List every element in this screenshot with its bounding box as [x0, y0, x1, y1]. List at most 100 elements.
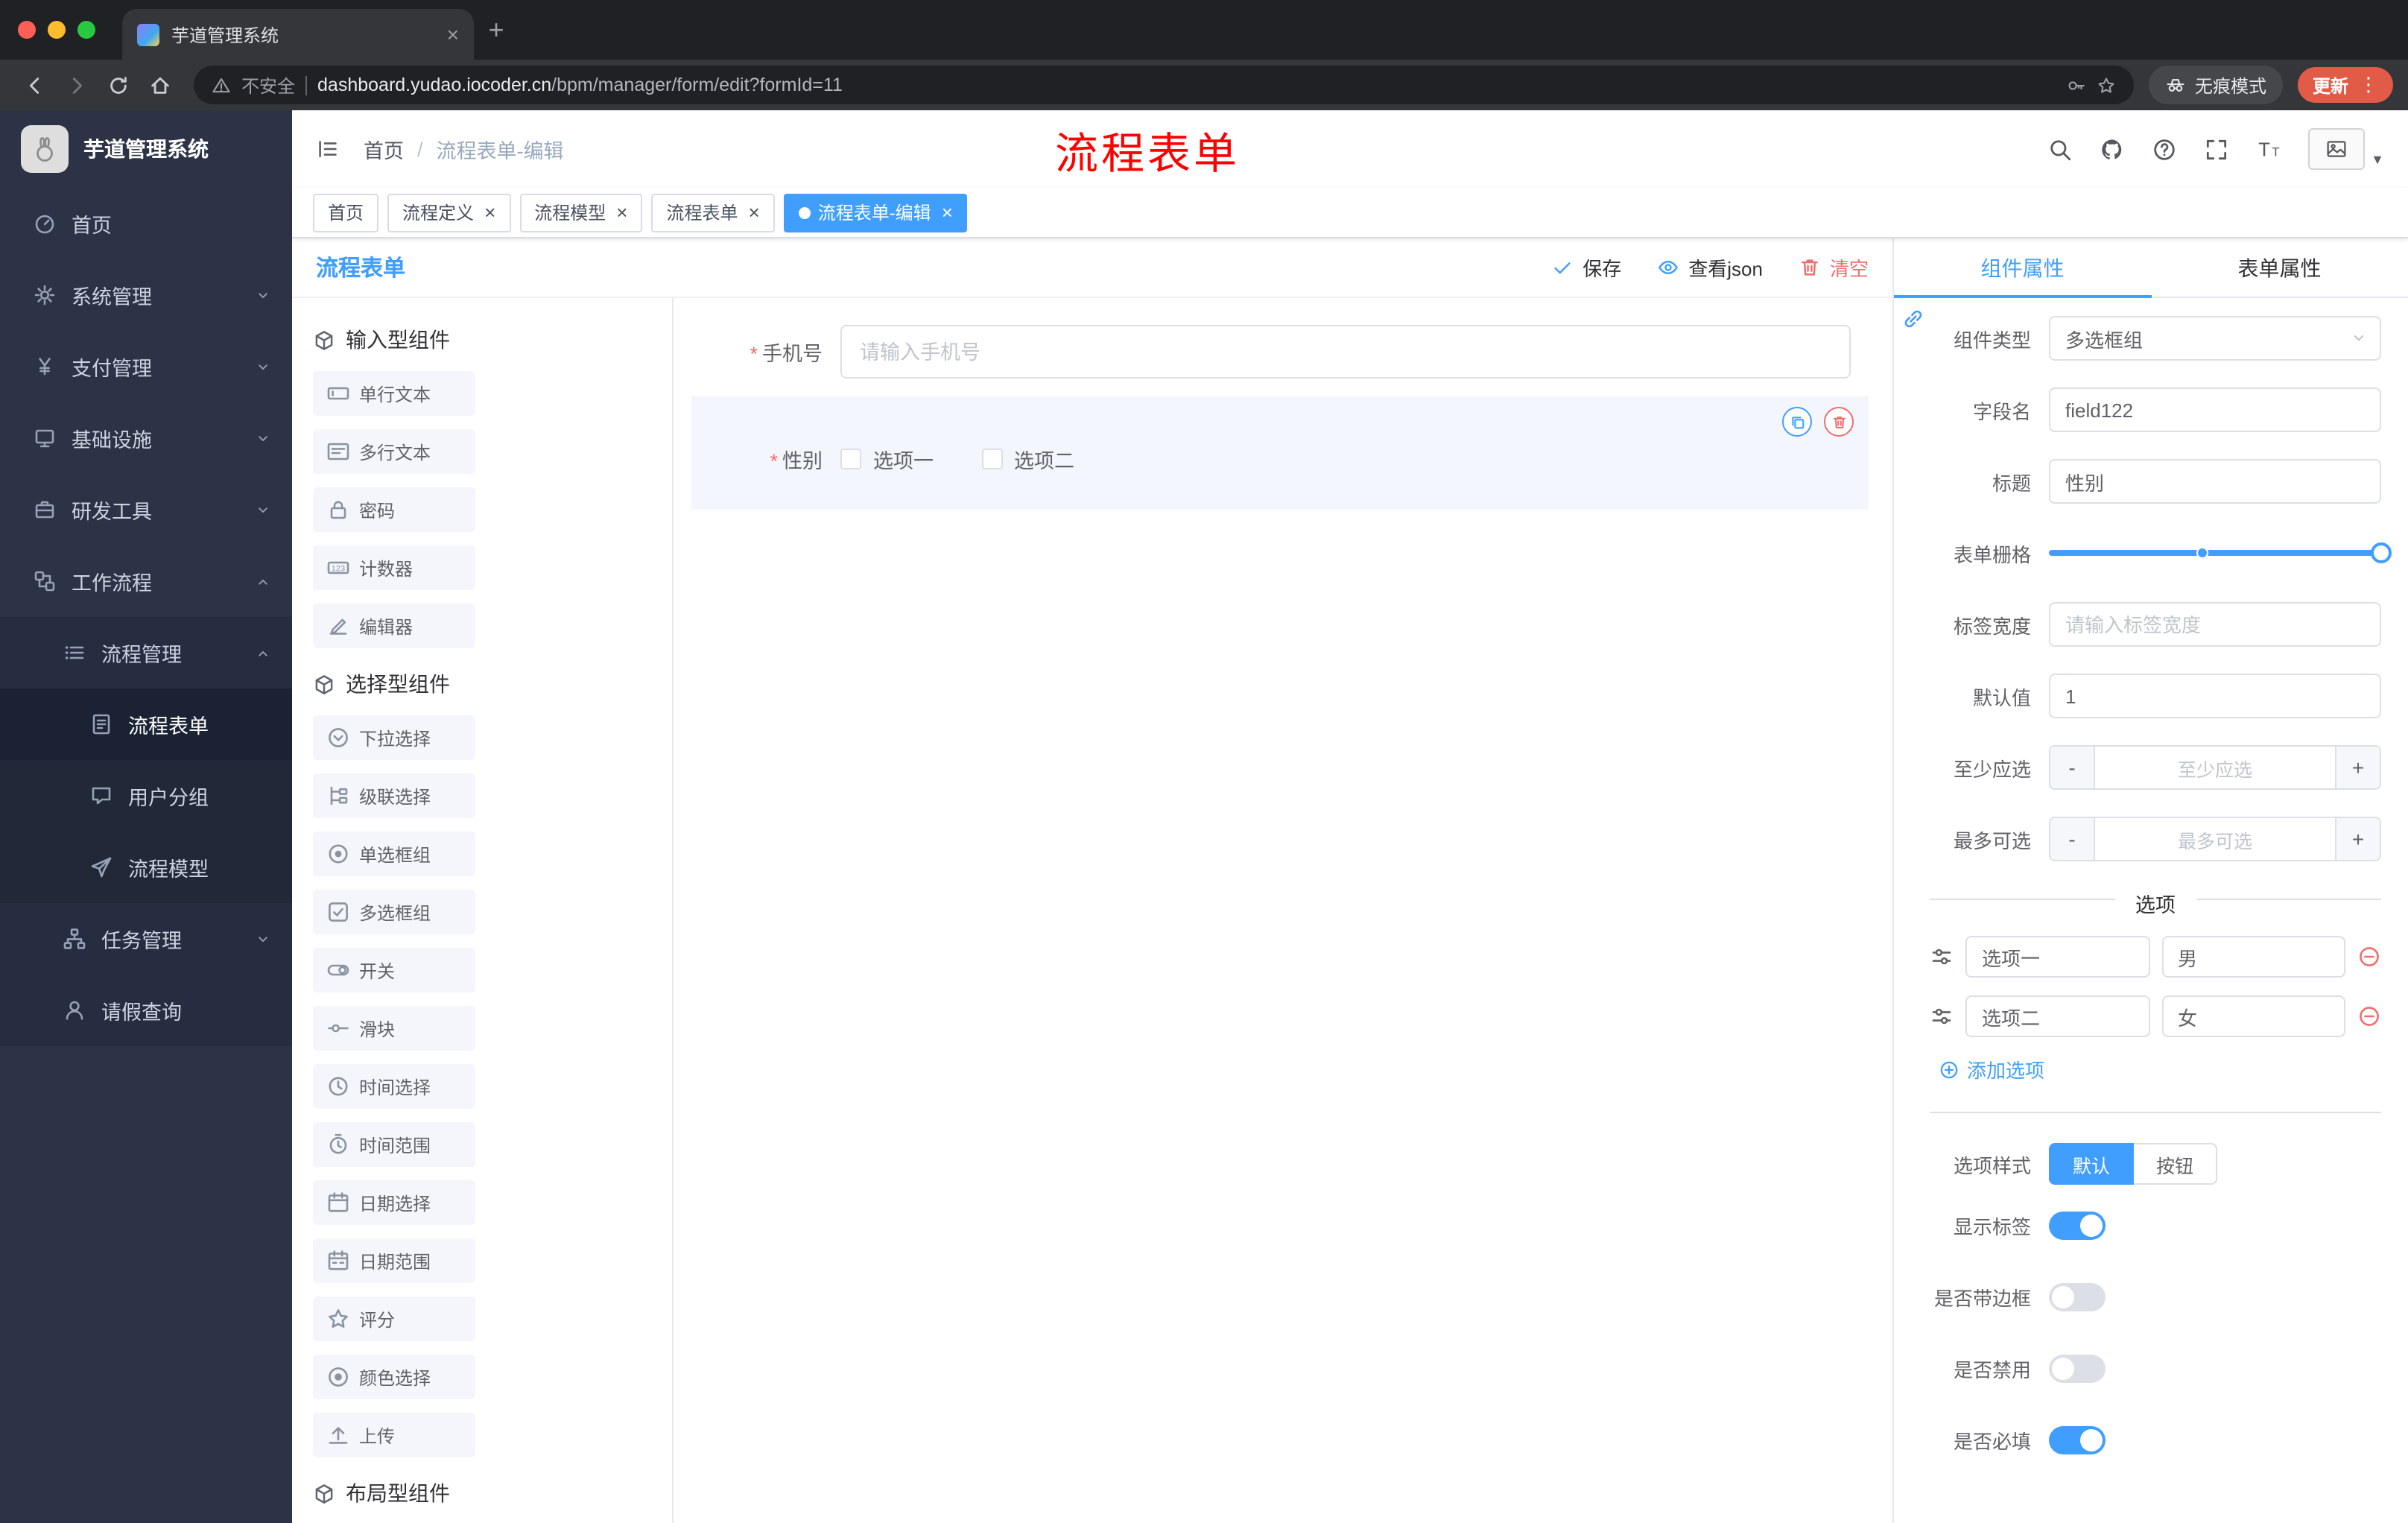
option-label-input[interactable]: [1965, 936, 2149, 978]
clear-button[interactable]: 清空: [1799, 253, 1869, 282]
slider-knob[interactable]: [2371, 542, 2392, 563]
palette-item[interactable]: 单选框组: [313, 832, 475, 876]
option-value-input[interactable]: [2161, 936, 2345, 978]
palette-item[interactable]: 开关: [313, 948, 475, 992]
palette-item[interactable]: 颜色选择: [313, 1355, 475, 1399]
link-icon[interactable]: [1901, 307, 1925, 331]
view-tag[interactable]: 流程定义 ×: [387, 193, 511, 232]
home-button[interactable]: [140, 66, 179, 104]
max-select-value[interactable]: 最多可选: [2095, 818, 2335, 860]
palette-item[interactable]: 日期范围: [313, 1238, 475, 1283]
palette-item[interactable]: 单行文本: [313, 371, 475, 416]
view-tag[interactable]: 流程表单 ×: [651, 193, 775, 232]
password-key-icon[interactable]: [2067, 75, 2086, 95]
palette-item[interactable]: 级联选择: [313, 773, 475, 818]
breadcrumb-home[interactable]: 首页: [364, 134, 404, 164]
view-tag[interactable]: 流程表单-编辑 ×: [783, 193, 968, 232]
help-icon[interactable]: [2152, 136, 2177, 162]
grid-slider[interactable]: [2049, 531, 2392, 575]
fullscreen-icon[interactable]: [2204, 136, 2229, 162]
close-icon[interactable]: ×: [616, 203, 627, 222]
sidebar-item[interactable]: 支付管理: [0, 331, 292, 402]
palette-item[interactable]: 上传: [313, 1413, 475, 1457]
sidebar-item[interactable]: 工作流程: [0, 545, 292, 617]
browser-tab[interactable]: 芋道管理系统 ×: [122, 9, 474, 60]
option-value-input[interactable]: [2161, 995, 2345, 1037]
title-input[interactable]: [2049, 459, 2381, 504]
palette-item[interactable]: 评分: [313, 1296, 475, 1341]
palette-item[interactable]: 多选框组: [313, 890, 475, 934]
palette-item[interactable]: 计数器: [313, 545, 475, 590]
option-label-input[interactable]: [1965, 995, 2149, 1037]
palette-item[interactable]: 下拉选择: [313, 715, 475, 760]
minimize-window-button[interactable]: [48, 21, 66, 39]
palette-item[interactable]: 时间范围: [313, 1122, 475, 1167]
zoom-window-button[interactable]: [77, 21, 95, 39]
back-button[interactable]: [15, 66, 54, 104]
close-icon[interactable]: ×: [484, 203, 495, 222]
toggle-switch[interactable]: [2049, 1212, 2106, 1240]
new-tab-button[interactable]: +: [474, 7, 519, 52]
default-value-input[interactable]: [2049, 674, 2381, 718]
field-name-input[interactable]: [2049, 387, 2381, 432]
palette-item[interactable]: 时间选择: [313, 1064, 475, 1109]
sidebar-item[interactable]: 流程表单: [0, 688, 292, 760]
add-option-button[interactable]: 添加选项: [1939, 1055, 2381, 1083]
phone-input[interactable]: [840, 325, 1851, 379]
decrease-button[interactable]: -: [2050, 747, 2095, 788]
user-menu[interactable]: ▼: [2308, 128, 2384, 170]
palette-item[interactable]: 编辑器: [313, 604, 475, 648]
bookmark-star-icon[interactable]: [2097, 75, 2116, 95]
sidebar-item[interactable]: 流程管理: [0, 617, 292, 688]
checkbox[interactable]: [981, 449, 1002, 469]
tab-component-props[interactable]: 组件属性: [1894, 238, 2151, 298]
component-type-select[interactable]: 多选框组: [2049, 316, 2381, 361]
sidebar-item[interactable]: 任务管理: [0, 903, 292, 975]
address-bar[interactable]: 不安全 dashboard.yudao.iocoder.cn/bpm/manag…: [194, 66, 2134, 104]
slider-track[interactable]: [2049, 542, 2392, 563]
copy-widget-button[interactable]: [1782, 407, 1812, 437]
increase-button[interactable]: +: [2335, 818, 2380, 860]
label-width-input[interactable]: [2049, 602, 2381, 647]
view-tag[interactable]: 流程模型 ×: [519, 193, 643, 232]
view-tag[interactable]: 首页: [313, 193, 379, 232]
save-button[interactable]: 保存: [1551, 253, 1621, 282]
github-icon[interactable]: [2100, 136, 2125, 162]
sidebar-item[interactable]: 基础设施: [0, 402, 292, 474]
sidebar-collapse-icon[interactable]: [316, 137, 340, 161]
close-icon[interactable]: ×: [942, 203, 953, 222]
toggle-switch[interactable]: [2049, 1355, 2106, 1383]
selected-widget[interactable]: 性别 选项一 选项二: [691, 396, 1869, 510]
sidebar-item[interactable]: 请假查询: [0, 975, 292, 1046]
remove-option-icon[interactable]: [2357, 1004, 2381, 1028]
sidebar-item[interactable]: 流程模型: [0, 832, 292, 903]
increase-button[interactable]: +: [2335, 747, 2380, 788]
close-window-button[interactable]: [18, 21, 36, 39]
close-icon[interactable]: ×: [749, 203, 760, 222]
toggle-switch[interactable]: [2049, 1283, 2106, 1311]
remove-option-icon[interactable]: [2357, 945, 2381, 969]
palette-item[interactable]: 滑块: [313, 1006, 475, 1051]
forward-button[interactable]: [57, 66, 95, 104]
search-icon[interactable]: [2047, 136, 2073, 162]
menu-dots-icon[interactable]: ⋮: [2359, 73, 2378, 97]
font-size-icon[interactable]: [2256, 136, 2281, 162]
min-select-value[interactable]: 至少应选: [2095, 747, 2335, 788]
drag-handle-icon[interactable]: [1930, 945, 1954, 969]
sidebar-item[interactable]: 系统管理: [0, 259, 292, 331]
checkbox[interactable]: [840, 449, 861, 469]
sidebar-item[interactable]: 研发工具: [0, 474, 292, 545]
style-default-button[interactable]: 默认: [2049, 1143, 2135, 1185]
palette-item[interactable]: 多行文本: [313, 429, 475, 474]
reload-button[interactable]: [98, 66, 137, 104]
checkbox-option[interactable]: 选项一: [840, 444, 934, 474]
decrease-button[interactable]: -: [2050, 818, 2095, 860]
sidebar-item[interactable]: 用户分组: [0, 760, 292, 832]
toggle-switch[interactable]: [2049, 1426, 2106, 1454]
palette-item[interactable]: 日期选择: [313, 1180, 475, 1225]
browser-update-button[interactable]: 更新 ⋮: [2297, 67, 2393, 103]
checkbox-option[interactable]: 选项二: [981, 444, 1074, 474]
style-button-button[interactable]: 按钮: [2134, 1143, 2218, 1185]
tab-form-props[interactable]: 表单属性: [2151, 238, 2408, 297]
logo-row[interactable]: 芋道管理系统: [0, 110, 292, 188]
